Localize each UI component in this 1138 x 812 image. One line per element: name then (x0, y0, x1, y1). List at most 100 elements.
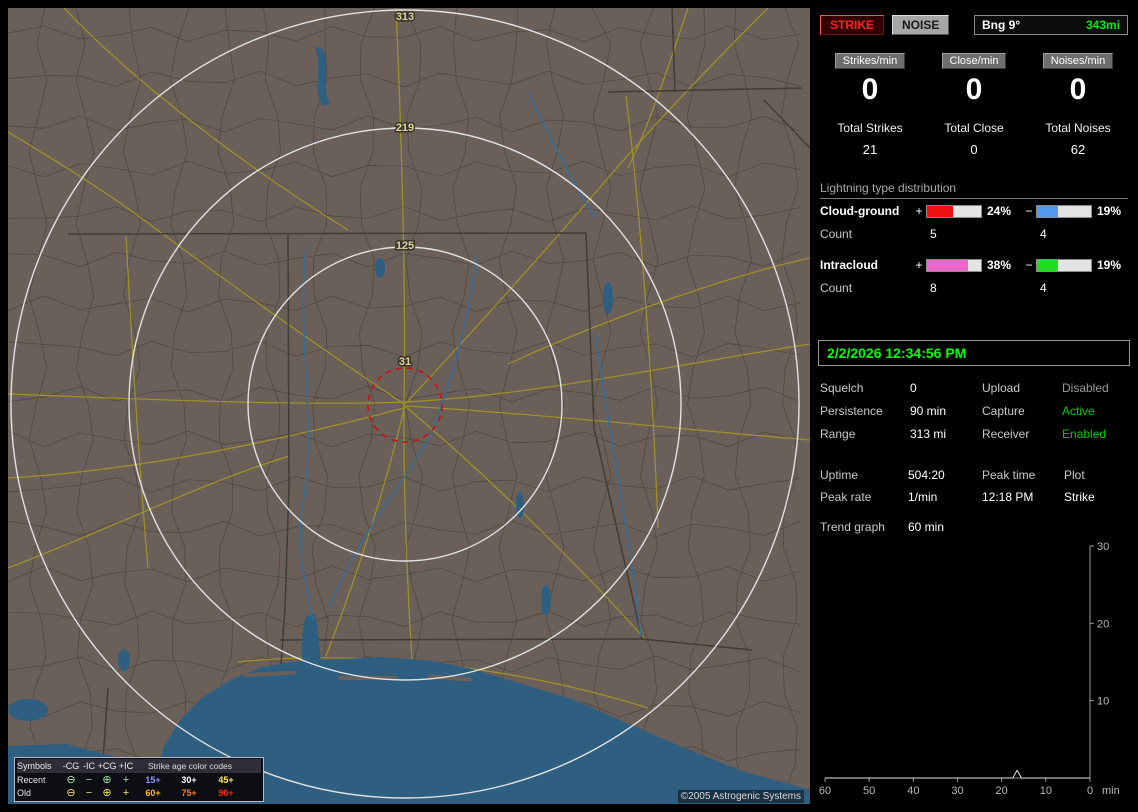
uptime-value: 504:20 (908, 468, 945, 482)
total-noises: Total Noises 62 (1026, 121, 1130, 157)
svg-text:10: 10 (1040, 785, 1052, 797)
strikes-per-min-col: Strikes/min 0 (818, 53, 922, 107)
pos-ic-recent-icon: + (122, 773, 130, 786)
total-noises-label: Total Noises (1045, 121, 1111, 135)
lightning-map: 313 219 125 31 (8, 8, 810, 804)
intracloud-label: Intracloud (820, 258, 879, 272)
total-close-label: Total Close (944, 121, 1004, 135)
range-value: 343mi (1085, 18, 1120, 32)
legend-old-label: Old (17, 787, 32, 798)
neg-ic-old-icon: − (85, 786, 93, 799)
ic-negative-pct: 19% (1097, 258, 1122, 272)
copyright-text: ©2005 Astrogenic Systems (677, 790, 804, 803)
plot-label: Plot (1064, 468, 1085, 482)
plus-sign: + (915, 258, 923, 272)
age-15: 15+ (145, 774, 161, 785)
minus-sign: − (1025, 258, 1033, 272)
map-legend: Symbols -CG -IC +CG +IC Strike age color… (14, 757, 264, 802)
cg-negative-bar (1036, 204, 1092, 218)
trend-graph-label: Trend graph (820, 520, 885, 534)
age-60: 60+ (145, 787, 161, 798)
receiver-label: Receiver (982, 427, 1030, 441)
svg-text:50: 50 (863, 785, 875, 797)
cg-positive-pct: 24% (987, 204, 1012, 218)
cg-positive-count: 5 (930, 227, 937, 241)
plus-sign: + (915, 204, 923, 218)
mode-header-row: STRIKE NOISE Bng 9° 343mi (820, 15, 1128, 35)
uptime-label: Uptime (820, 468, 859, 482)
intracloud-row: Intracloud + 38% − 19% (820, 253, 1128, 277)
cg-negative-count: 4 (1040, 227, 1047, 241)
range-label: Range (820, 427, 856, 441)
cloud-ground-row: Cloud-ground + 24% − 19% (820, 199, 1128, 223)
uptime-row: Uptime 504:20 Peak time Plot (820, 464, 1128, 486)
trend-graph-row: Trend graph 60 min (820, 516, 1128, 538)
cg-count-label: Count (820, 227, 853, 241)
close-per-min-value: 0 (965, 73, 983, 106)
cg-negative-pct: 19% (1097, 204, 1122, 218)
cloud-ground-label: Cloud-ground (820, 204, 900, 218)
peak-rate-label: Peak rate (820, 490, 872, 504)
cg-positive-bar-fill (927, 205, 953, 217)
trend-panel: Uptime 504:20 Peak time Plot Peak rate 1… (818, 458, 1130, 804)
plot-value: Strike (1064, 490, 1095, 504)
neg-ic-recent-icon: − (85, 773, 93, 786)
peak-rate-row: Peak rate 1/min 12:18 PM Strike (820, 486, 1128, 508)
legend-col-pos-cg: +CG (97, 761, 117, 771)
strikes-per-min-button[interactable]: Strikes/min (834, 53, 906, 69)
svg-text:40: 40 (907, 785, 919, 797)
total-strikes-label: Total Strikes (837, 121, 903, 135)
status-row-range: Range 313 mi Receiver Enabled (820, 424, 1128, 444)
noises-per-min-col: Noises/min 0 (1026, 53, 1130, 107)
pos-cg-recent-icon: ⊕ (102, 773, 112, 786)
distribution-title: Lightning type distribution (820, 181, 1128, 199)
nexstorm-app: 313 219 125 31 Symbols -CG -IC +CG +IC S… (0, 0, 1138, 812)
squelch-label: Squelch (820, 381, 864, 395)
trend-graph: 60 50 40 30 20 10 0 min 30 20 10 (819, 541, 1120, 797)
pos-cg-old-icon: ⊕ (102, 786, 112, 799)
legend-col-pos-ic: +IC (118, 761, 134, 771)
receiver-status: Enabled (1062, 427, 1107, 441)
ring-label-31: 31 (399, 356, 411, 368)
svg-text:20: 20 (1097, 618, 1109, 630)
ring-label-219: 219 (396, 122, 414, 134)
svg-text:20: 20 (996, 785, 1008, 797)
close-per-min-button[interactable]: Close/min (941, 53, 1007, 69)
persistence-label: Persistence (820, 404, 883, 418)
ic-positive-bar (926, 258, 982, 272)
ic-positive-bar-fill (927, 259, 969, 271)
ring-label-125: 125 (396, 240, 414, 252)
bearing-range-readout: Bng 9° 343mi (974, 15, 1128, 35)
svg-text:0: 0 (1087, 785, 1093, 797)
upload-status: Disabled (1062, 381, 1109, 395)
strikes-per-min-value: 0 (861, 73, 879, 106)
total-strikes-value: 21 (862, 142, 878, 157)
squelch-value: 0 (910, 381, 917, 395)
pos-ic-old-icon: + (122, 786, 130, 799)
status-panel: 2/2/2026 12:34:56 PM Squelch 0 Upload Di… (818, 336, 1130, 450)
age-75: 75+ (181, 787, 197, 798)
svg-text:min: min (1102, 785, 1120, 797)
map-panel: 313 219 125 31 Symbols -CG -IC +CG +IC S… (8, 8, 810, 804)
total-close-value: 0 (970, 142, 978, 157)
persistence-value: 90 min (910, 404, 947, 418)
ic-positive-count: 8 (930, 281, 937, 295)
cg-negative-bar-fill (1037, 205, 1058, 217)
total-close: Total Close 0 (922, 121, 1026, 157)
trend-window-value: 60 min (908, 520, 945, 534)
legend-col-neg-ic: -IC (83, 761, 95, 771)
minus-sign: − (1025, 204, 1033, 218)
noises-per-min-button[interactable]: Noises/min (1042, 53, 1114, 69)
total-strikes: Total Strikes 21 (818, 121, 922, 157)
ic-negative-bar-fill (1037, 259, 1058, 271)
ic-negative-count: 4 (1040, 281, 1047, 295)
status-row-squelch: Squelch 0 Upload Disabled (820, 378, 1128, 398)
strike-mode-button[interactable]: STRIKE (820, 15, 885, 35)
legend-symbols-header: Symbols (17, 761, 52, 771)
total-noises-value: 62 (1070, 142, 1086, 157)
noise-mode-button[interactable]: NOISE (892, 15, 950, 35)
totals-row: Total Strikes 21 Total Close 0 Total Noi… (818, 121, 1130, 157)
legend-recent-row: Recent ⊖ − ⊕ + 15+ 30+ 45+ (17, 773, 261, 786)
bearing-value: Bng 9° (982, 18, 1021, 32)
noises-per-min-value: 0 (1069, 73, 1087, 106)
